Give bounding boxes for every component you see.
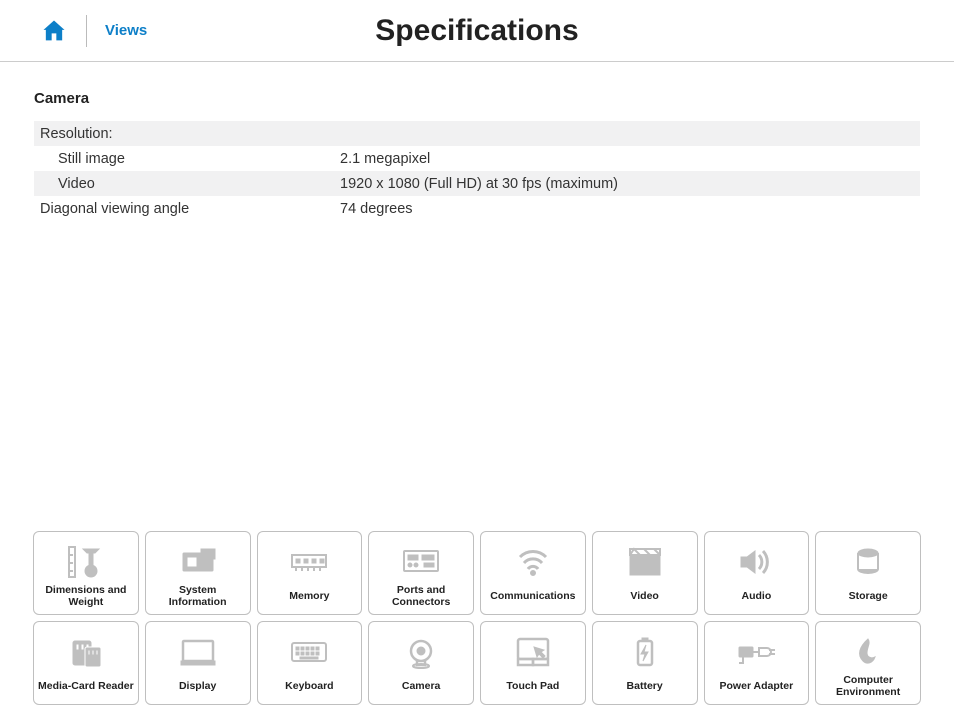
spec-label: Diagonal viewing angle xyxy=(34,196,334,221)
nav-label: Camera xyxy=(402,674,441,698)
header: Views Specifications xyxy=(0,0,954,62)
spec-value: 2.1 megapixel xyxy=(334,146,920,171)
spec-label: Video xyxy=(34,171,334,196)
display-icon xyxy=(177,628,219,674)
nav-label: Display xyxy=(179,674,216,698)
environment-icon xyxy=(847,628,889,674)
spec-label: Resolution: xyxy=(34,121,334,146)
video-icon xyxy=(624,538,666,584)
nav-battery[interactable]: Battery xyxy=(592,621,698,705)
nav-video[interactable]: Video xyxy=(592,531,698,615)
nav-power-adapter[interactable]: Power Adapter xyxy=(704,621,810,705)
camera-icon xyxy=(400,628,442,674)
nav-storage[interactable]: Storage xyxy=(815,531,921,615)
dimensions-icon xyxy=(65,538,107,584)
nav-environment[interactable]: Computer Environment xyxy=(815,621,921,705)
nav-camera[interactable]: Camera xyxy=(368,621,474,705)
nav-system-info[interactable]: System Information xyxy=(145,531,251,615)
header-divider xyxy=(86,15,87,47)
nav-label: Storage xyxy=(849,584,888,608)
audio-icon xyxy=(735,538,777,584)
nav-audio[interactable]: Audio xyxy=(704,531,810,615)
table-row: Still image2.1 megapixel xyxy=(34,146,920,171)
table-row: Diagonal viewing angle74 degrees xyxy=(34,196,920,221)
page-title: Specifications xyxy=(375,14,578,48)
nav-dimensions[interactable]: Dimensions and Weight xyxy=(33,531,139,615)
nav-memory[interactable]: Memory xyxy=(257,531,363,615)
nav-label: Memory xyxy=(289,584,329,608)
nav-label: Battery xyxy=(627,674,663,698)
memory-icon xyxy=(288,538,330,584)
table-row: Resolution: xyxy=(34,121,920,146)
touchpad-icon xyxy=(512,628,554,674)
content-area: Camera Resolution:Still image2.1 megapix… xyxy=(0,62,954,221)
battery-icon xyxy=(624,628,666,674)
communications-icon xyxy=(512,538,554,584)
media-card-icon xyxy=(65,628,107,674)
section-title: Camera xyxy=(34,90,920,107)
spec-table: Resolution:Still image2.1 megapixelVideo… xyxy=(34,121,920,221)
views-link[interactable]: Views xyxy=(105,22,147,39)
nav-label: Ports and Connectors xyxy=(373,584,469,608)
system-info-icon xyxy=(177,538,219,584)
spec-value: 1920 x 1080 (Full HD) at 30 fps (maximum… xyxy=(334,171,920,196)
storage-icon xyxy=(847,538,889,584)
nav-label: Video xyxy=(630,584,658,608)
nav-label: Computer Environment xyxy=(820,674,916,698)
nav-label: Power Adapter xyxy=(720,674,794,698)
nav-label: Dimensions and Weight xyxy=(38,584,134,608)
keyboard-icon xyxy=(288,628,330,674)
nav-keyboard[interactable]: Keyboard xyxy=(257,621,363,705)
table-row: Video1920 x 1080 (Full HD) at 30 fps (ma… xyxy=(34,171,920,196)
spec-value xyxy=(334,121,920,146)
nav-label: Audio xyxy=(742,584,772,608)
nav-label: Keyboard xyxy=(285,674,333,698)
nav-label: Touch Pad xyxy=(506,674,559,698)
ports-icon xyxy=(400,538,442,584)
nav-media-card[interactable]: Media-Card Reader xyxy=(33,621,139,705)
spec-value: 74 degrees xyxy=(334,196,920,221)
nav-touchpad[interactable]: Touch Pad xyxy=(480,621,586,705)
nav-label: System Information xyxy=(150,584,246,608)
nav-display[interactable]: Display xyxy=(145,621,251,705)
nav-grid: Dimensions and Weight System Information M… xyxy=(33,531,921,705)
nav-communications[interactable]: Communications xyxy=(480,531,586,615)
power-adapter-icon xyxy=(735,628,777,674)
nav-ports[interactable]: Ports and Connectors xyxy=(368,531,474,615)
nav-label: Media-Card Reader xyxy=(38,674,134,698)
spec-label: Still image xyxy=(34,146,334,171)
nav-label: Communications xyxy=(490,584,575,608)
home-icon[interactable] xyxy=(40,17,68,45)
